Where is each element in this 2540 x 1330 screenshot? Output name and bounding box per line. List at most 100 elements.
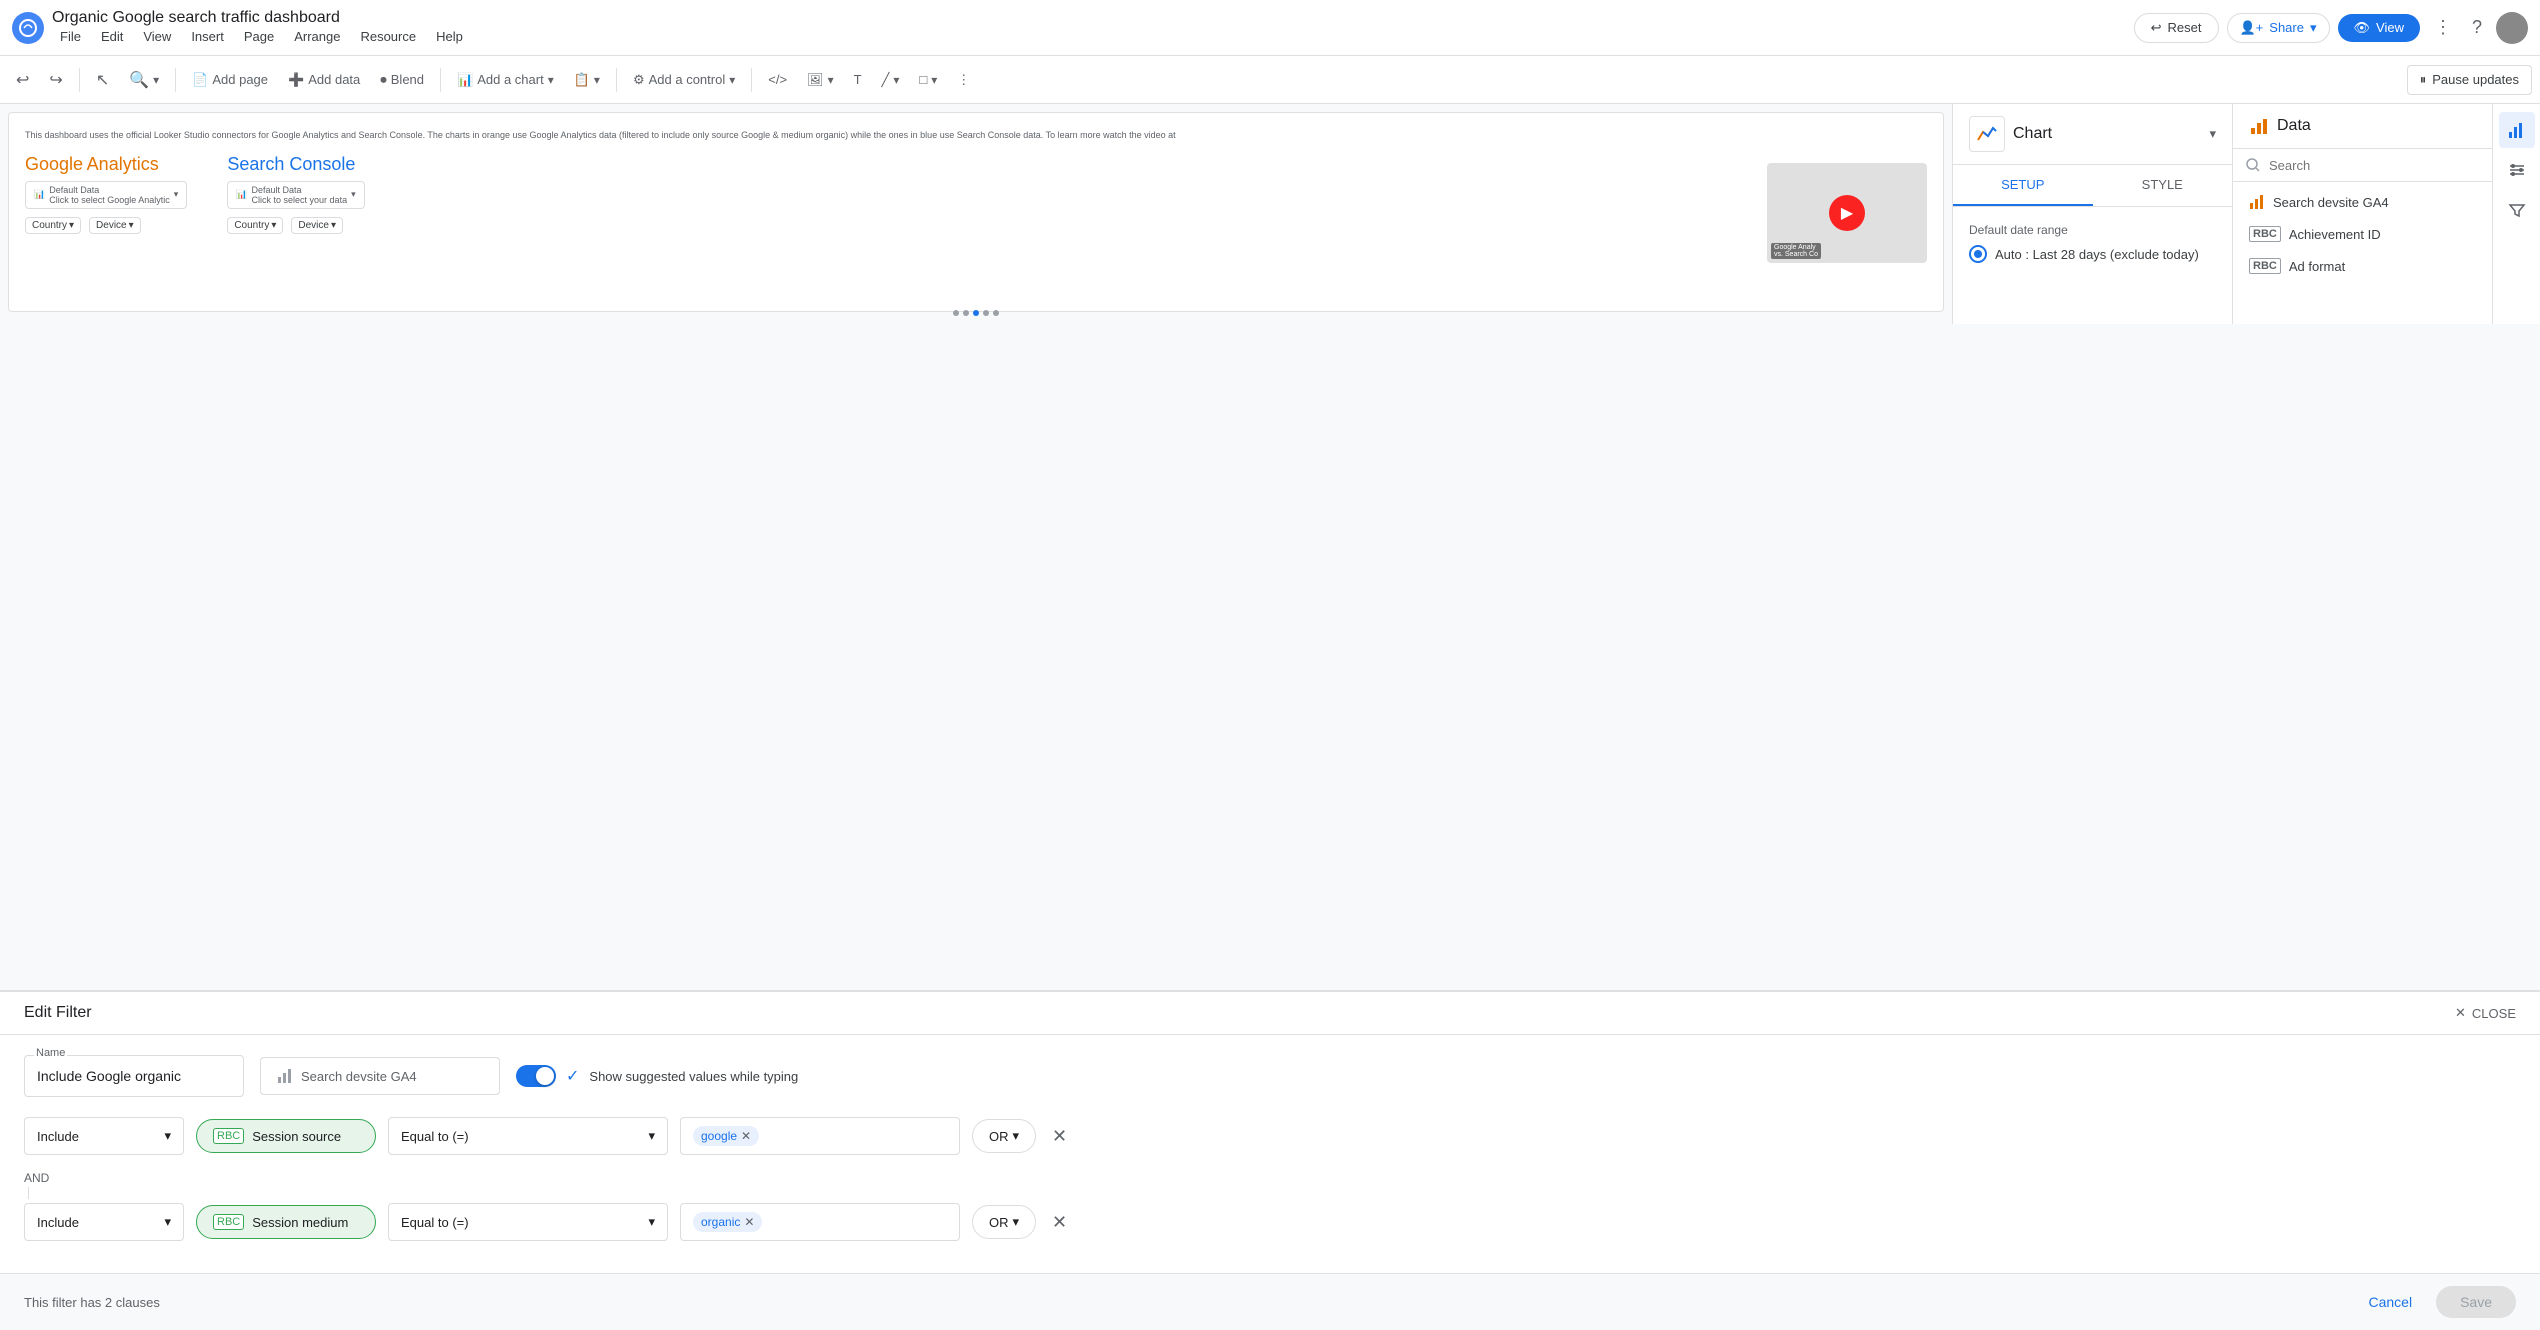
filter-row-2: Include ▾ RBC Session medium Equal to (=… xyxy=(24,1203,2516,1241)
select-tool-button[interactable]: ↖ xyxy=(88,64,117,96)
filter-name-input[interactable] xyxy=(24,1055,244,1097)
data-item-achievement[interactable]: RBC Achievement ID xyxy=(2233,218,2492,250)
or-button-1[interactable]: OR ▾ xyxy=(972,1119,1036,1153)
cancel-button[interactable]: Cancel xyxy=(2356,1286,2424,1318)
data-search-input[interactable] xyxy=(2269,158,2480,173)
device-dropdown-1[interactable]: Device ▾ xyxy=(89,217,141,234)
delete-row-2-button[interactable]: ✕ xyxy=(1048,1208,1071,1237)
canvas-area: This dashboard uses the official Looker … xyxy=(0,104,1952,324)
filter-value-box-1[interactable]: google ✕ xyxy=(680,1117,960,1155)
line-button[interactable]: ╱ xyxy=(874,66,908,94)
code-button[interactable]: </> xyxy=(760,66,795,93)
radio-inner xyxy=(1974,250,1982,258)
user-avatar[interactable] xyxy=(2496,12,2528,44)
filter-condition-select-1[interactable]: Equal to (=) ▾ xyxy=(388,1117,668,1155)
or-button-2[interactable]: OR ▾ xyxy=(972,1205,1036,1239)
preview-logos: Google Analytics 📊 Default DataClick to … xyxy=(25,154,1927,234)
add-scorecard-button[interactable]: 📋 xyxy=(566,66,608,94)
edit-filter-body: Name Search devsite GA4 ✓ Show suggested… xyxy=(0,1035,2540,1273)
save-button[interactable]: Save xyxy=(2436,1286,2516,1318)
country-dropdown-1[interactable]: Country ▾ xyxy=(25,217,81,234)
bar-chart-icon-small: 📊 xyxy=(34,189,45,200)
menu-page[interactable]: Page xyxy=(236,27,282,46)
menu-view[interactable]: View xyxy=(135,27,179,46)
menu-file[interactable]: File xyxy=(52,27,89,46)
chart-chevron-icon[interactable]: ▾ xyxy=(2209,126,2216,142)
play-button[interactable]: ▶ xyxy=(1829,195,1865,231)
eye-icon: 👁 xyxy=(2354,20,2371,36)
add-chart-button[interactable]: 📊 Add a chart xyxy=(449,66,562,94)
menu-insert[interactable]: Insert xyxy=(183,27,232,46)
remove-organic-chip-button[interactable]: ✕ xyxy=(744,1215,754,1229)
filter-name-row: Name Search devsite GA4 ✓ Show suggested… xyxy=(24,1055,2516,1097)
ds2-chevron-icon: ▾ xyxy=(351,189,356,200)
more-toolbar-button[interactable]: ⋮ xyxy=(949,66,978,94)
add-page-icon: 📄 xyxy=(192,72,208,88)
sc-data-source-box[interactable]: 📊 Default DataClick to select your data … xyxy=(227,181,364,209)
data-items-list: Search devsite GA4 RBC Achievement ID RB… xyxy=(2233,182,2492,286)
menu-resource[interactable]: Resource xyxy=(352,27,424,46)
dashboard-description: This dashboard uses the official Looker … xyxy=(25,129,1452,142)
show-suggested-toggle[interactable] xyxy=(516,1065,556,1087)
text-button[interactable]: T xyxy=(846,66,870,93)
date-range-radio[interactable] xyxy=(1969,245,1987,263)
filter-footer: This filter has 2 clauses Cancel Save xyxy=(0,1273,2540,1330)
condition-chevron-icon-2: ▾ xyxy=(648,1214,655,1230)
video-thumbnail[interactable]: ▶ Google Analyvs. Search Co xyxy=(1767,163,1927,263)
properties-icon-button[interactable] xyxy=(2499,152,2535,188)
image-chevron-icon xyxy=(828,72,834,87)
blend-button[interactable]: ⏺ Blend xyxy=(372,66,432,94)
toggle-knob xyxy=(536,1067,554,1085)
and-line xyxy=(28,1187,29,1199)
reset-button[interactable]: ↩ Reset xyxy=(2134,13,2219,43)
close-button[interactable]: ✕ CLOSE xyxy=(2455,1005,2516,1021)
tab-setup[interactable]: SETUP xyxy=(1953,165,2093,206)
session-medium-icon: RBC xyxy=(213,1214,244,1230)
slide-dots xyxy=(953,310,999,316)
zoom-button[interactable]: 🔍 xyxy=(121,64,167,96)
shape-button[interactable]: □ xyxy=(911,66,945,93)
data-item-ga4[interactable]: Search devsite GA4 xyxy=(2233,186,2492,218)
zoom-chevron-icon xyxy=(153,72,159,87)
menu-edit[interactable]: Edit xyxy=(93,27,131,46)
show-suggested-area: ✓ Show suggested values while typing xyxy=(516,1065,798,1087)
filter-action-select-1[interactable]: Include ▾ xyxy=(24,1117,184,1155)
more-options-button[interactable]: ⋮ xyxy=(2428,11,2458,44)
ga4-icon xyxy=(2249,194,2265,210)
share-chevron-icon: ▾ xyxy=(2310,20,2317,36)
add-data-button[interactable]: ➕ Add data xyxy=(280,66,368,94)
undo-button[interactable]: ↩ xyxy=(8,64,37,96)
pause-updates-button[interactable]: ⏸ Pause updates xyxy=(2407,65,2532,95)
filter-icon-button[interactable] xyxy=(2499,192,2535,228)
filter-value-box-2[interactable]: organic ✕ xyxy=(680,1203,960,1241)
country-dropdown-2[interactable]: Country ▾ xyxy=(227,217,283,234)
dot-2 xyxy=(963,310,969,316)
data-item-adformat[interactable]: RBC Ad format xyxy=(2233,250,2492,282)
share-button[interactable]: 👤+ Share ▾ xyxy=(2227,13,2330,43)
canvas-preview: This dashboard uses the official Looker … xyxy=(8,112,1944,312)
filter-condition-select-2[interactable]: Equal to (=) ▾ xyxy=(388,1203,668,1241)
filter-field-pill-2[interactable]: RBC Session medium xyxy=(196,1205,376,1239)
toolbar-divider-5 xyxy=(751,68,752,92)
add-page-button[interactable]: 📄 Add page xyxy=(184,66,276,94)
remove-google-chip-button[interactable]: ✕ xyxy=(741,1129,751,1143)
chart-icon-tb: 📊 xyxy=(457,72,473,88)
data-icon-button[interactable] xyxy=(2499,112,2535,148)
image-button[interactable]: 🖼 xyxy=(799,66,842,94)
menu-arrange[interactable]: Arrange xyxy=(286,27,348,46)
data-source-selector[interactable]: Search devsite GA4 xyxy=(260,1057,500,1095)
menu-help[interactable]: Help xyxy=(428,27,471,46)
tab-style[interactable]: STYLE xyxy=(2093,165,2233,206)
ga-data-source-box[interactable]: 📊 Default DataClick to select Google Ana… xyxy=(25,181,187,209)
filter-field-pill-1[interactable]: RBC Session source xyxy=(196,1119,376,1153)
delete-row-1-button[interactable]: ✕ xyxy=(1048,1122,1071,1151)
ds-chevron-icon: ▾ xyxy=(174,189,179,200)
redo-button[interactable]: ↪ xyxy=(41,64,70,96)
help-button[interactable]: ? xyxy=(2466,11,2488,44)
view-button[interactable]: 👁 View xyxy=(2338,14,2420,42)
filter-action-select-2[interactable]: Include ▾ xyxy=(24,1203,184,1241)
menu-bar: File Edit View Insert Page Arrange Resou… xyxy=(52,27,2126,46)
add-control-button[interactable]: ⚙ Add a control xyxy=(625,66,743,94)
device-dropdown-2[interactable]: Device ▾ xyxy=(291,217,343,234)
line-chevron-icon xyxy=(893,72,899,87)
